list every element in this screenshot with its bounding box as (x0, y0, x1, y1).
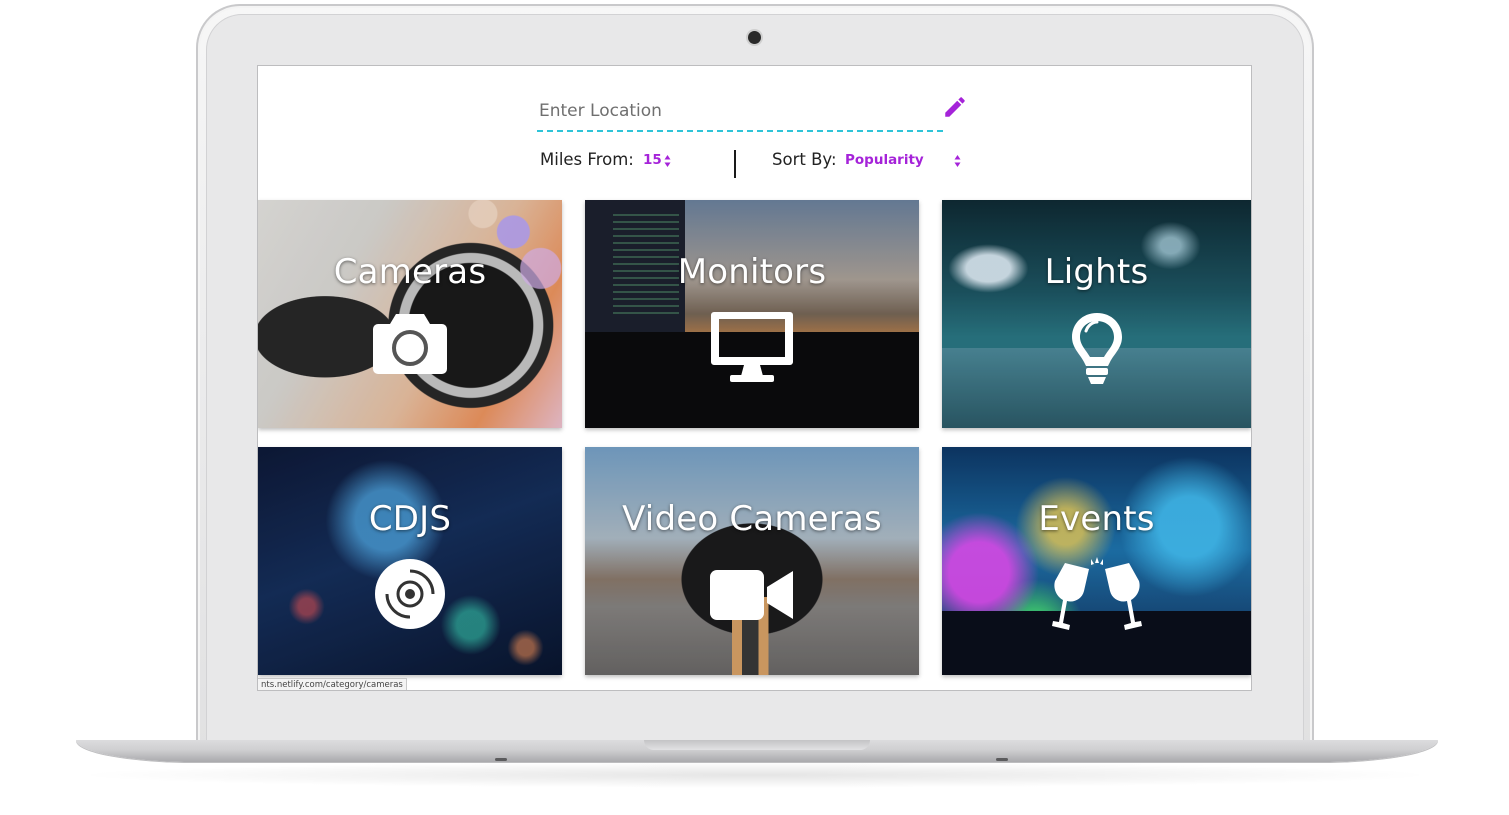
webcam-icon (748, 31, 761, 44)
category-title: Video Cameras (622, 499, 882, 539)
category-title: Events (1038, 499, 1155, 539)
laptop-notch (644, 740, 870, 750)
monitor-icon (711, 312, 793, 382)
disc-icon (375, 559, 445, 629)
champagne-glasses-icon (1051, 557, 1142, 630)
laptop-foot (996, 758, 1008, 761)
miles-updown-icon[interactable] (664, 154, 671, 168)
tile-overlay (585, 447, 919, 675)
location-field (537, 94, 943, 132)
category-tile-lights[interactable]: Lights (942, 200, 1251, 428)
miles-from-select[interactable]: 15 (643, 152, 662, 168)
video-camera-icon (710, 570, 793, 620)
app-screen: Miles From: 15 Sort By: Popularity Camer… (258, 66, 1251, 690)
category-tile-events[interactable]: Events (942, 447, 1251, 675)
category-title: Lights (1044, 252, 1149, 292)
laptop-foot (495, 758, 507, 761)
category-tile-video-cameras[interactable]: Video Cameras (585, 447, 919, 675)
category-tile-monitors[interactable]: Monitors (585, 200, 919, 428)
sort-by-label: Sort By: (772, 150, 837, 169)
lightbulb-icon (1071, 313, 1122, 384)
category-title: CDJS (368, 499, 452, 539)
category-title: Cameras (333, 252, 487, 292)
category-tile-cameras[interactable]: Cameras (258, 200, 562, 428)
camera-icon (373, 314, 447, 374)
miles-from-label: Miles From: (540, 150, 634, 169)
sort-updown-icon[interactable] (954, 154, 961, 168)
laptop-shadow (70, 762, 1440, 788)
sort-by-select[interactable]: Popularity (845, 152, 924, 168)
location-input[interactable] (537, 94, 921, 128)
category-tile-cdjs[interactable]: CDJS (258, 447, 562, 675)
category-title: Monitors (677, 252, 827, 292)
edit-pencil-icon[interactable] (942, 94, 968, 120)
filters-divider (734, 150, 736, 178)
status-bar-url: nts.netlify.com/category/cameras (258, 678, 407, 690)
